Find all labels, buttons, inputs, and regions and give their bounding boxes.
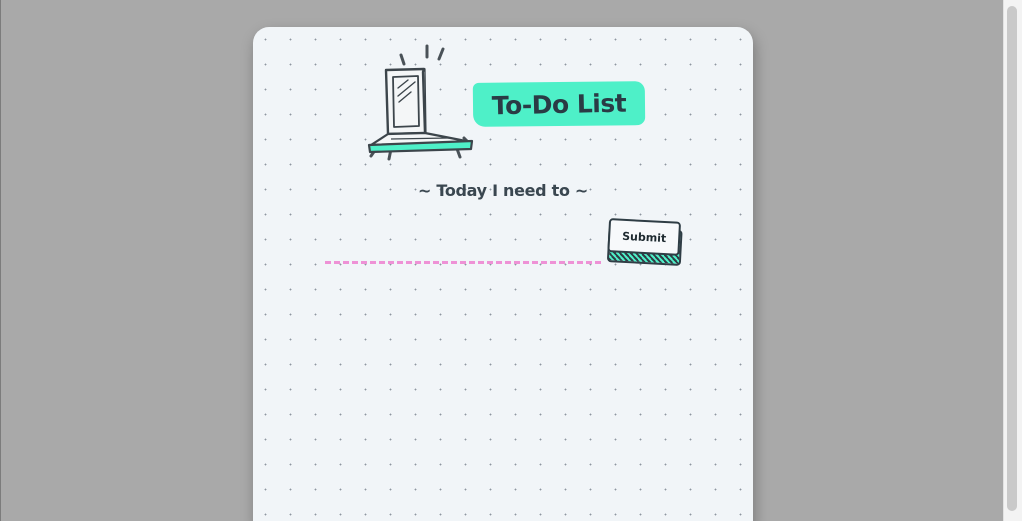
page-subtitle: ~ Today I need to ~ xyxy=(417,181,589,200)
todo-input[interactable] xyxy=(325,243,601,264)
todo-card: To-Do List ~ Today I need to ~ Submit xyxy=(253,27,753,521)
vertical-scrollbar[interactable] xyxy=(1003,0,1022,521)
submit-button-group: Submit xyxy=(606,218,683,266)
window-edge xyxy=(0,0,1,521)
browser-viewport: To-Do List ~ Today I need to ~ Submit xyxy=(0,0,1022,521)
page-title: To-Do List xyxy=(491,88,627,121)
laptop-icon xyxy=(367,44,474,161)
submit-button[interactable]: Submit xyxy=(607,218,682,256)
scrollbar-thumb[interactable] xyxy=(1007,6,1017,511)
